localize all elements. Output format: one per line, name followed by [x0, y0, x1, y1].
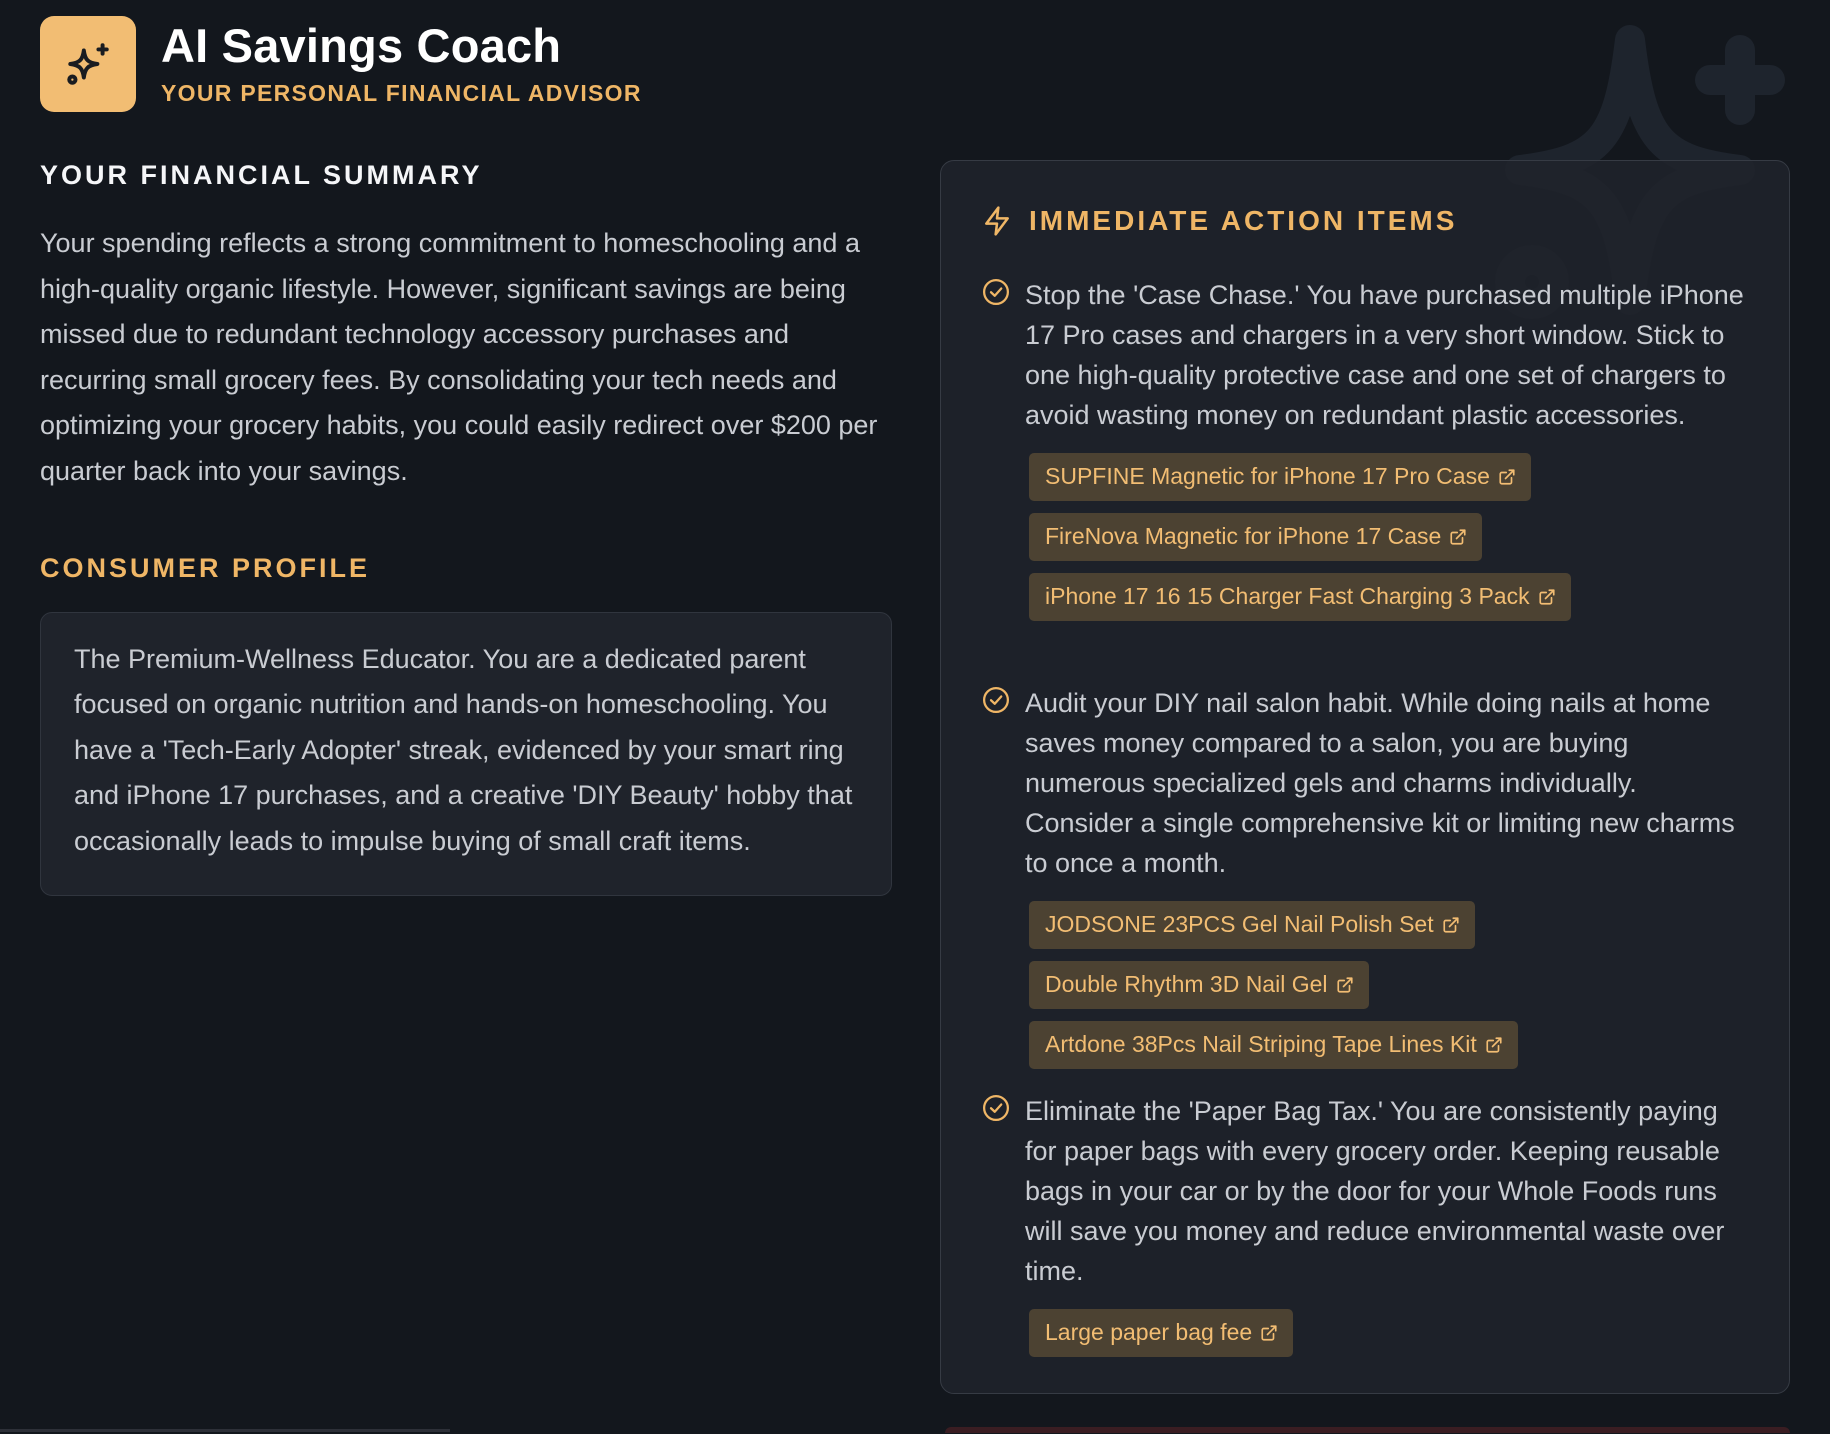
- product-links: JODSONE 23PCS Gel Nail Polish Set Double…: [1029, 901, 1751, 1069]
- next-card-edge: [945, 1427, 1790, 1433]
- action-items-header: IMMEDIATE ACTION ITEMS: [981, 205, 1457, 237]
- product-link[interactable]: SUPFINE Magnetic for iPhone 17 Pro Case: [1029, 453, 1531, 501]
- financial-summary-text: Your spending reflects a strong commitme…: [40, 228, 878, 486]
- header-text: AI Savings Coach YOUR PERSONAL FINANCIAL…: [161, 18, 642, 107]
- action-item-text: Eliminate the 'Paper Bag Tax.' You are c…: [1025, 1096, 1725, 1286]
- action-item: Audit your DIY nail salon habit. While d…: [981, 683, 1751, 1081]
- check-circle-icon: [983, 1095, 1009, 1121]
- external-link-icon: [1261, 1325, 1277, 1341]
- external-link-icon: [1486, 1037, 1502, 1053]
- product-link[interactable]: FireNova Magnetic for iPhone 17 Case: [1029, 513, 1483, 561]
- product-link[interactable]: Double Rhythm 3D Nail Gel: [1029, 961, 1369, 1009]
- external-link-icon: [1450, 529, 1466, 545]
- next-section-edge: [0, 1429, 450, 1432]
- consumer-profile-card: The Premium-Wellness Educator. You are a…: [40, 611, 892, 896]
- product-link-label: iPhone 17 16 15 Charger Fast Charging 3 …: [1045, 583, 1530, 609]
- action-item-text: Audit your DIY nail salon habit. While d…: [1025, 688, 1735, 878]
- product-links: SUPFINE Magnetic for iPhone 17 Pro Case …: [1029, 453, 1751, 621]
- check-circle-icon: [983, 687, 1009, 713]
- page: AI Savings Coach YOUR PERSONAL FINANCIAL…: [0, 0, 1830, 1434]
- product-link[interactable]: iPhone 17 16 15 Charger Fast Charging 3 …: [1029, 573, 1571, 621]
- app-title: AI Savings Coach: [161, 18, 562, 72]
- product-link-label: Large paper bag fee: [1045, 1319, 1253, 1345]
- external-link-icon: [1499, 469, 1515, 485]
- product-link[interactable]: JODSONE 23PCS Gel Nail Polish Set: [1029, 901, 1475, 949]
- product-link[interactable]: Artdone 38Pcs Nail Striping Tape Lines K…: [1029, 1021, 1518, 1069]
- product-link-label: JODSONE 23PCS Gel Nail Polish Set: [1045, 911, 1434, 937]
- consumer-profile-heading: CONSUMER PROFILE: [40, 552, 371, 583]
- action-item: Eliminate the 'Paper Bag Tax.' You are c…: [981, 1091, 1751, 1369]
- action-item: Stop the 'Case Chase.' You have purchase…: [981, 275, 1751, 633]
- app-logo: [40, 16, 136, 112]
- action-item-text: Stop the 'Case Chase.' You have purchase…: [1025, 280, 1744, 430]
- external-link-icon: [1539, 589, 1555, 605]
- consumer-profile-text: The Premium-Wellness Educator. You are a…: [74, 643, 853, 856]
- external-link-icon: [1443, 917, 1459, 933]
- product-link-label: Artdone 38Pcs Nail Striping Tape Lines K…: [1045, 1031, 1477, 1057]
- action-items-panel: IMMEDIATE ACTION ITEMS Stop the 'Case Ch…: [940, 160, 1790, 1394]
- app-subtitle: YOUR PERSONAL FINANCIAL ADVISOR: [161, 80, 642, 107]
- financial-summary-heading: YOUR FINANCIAL SUMMARY: [40, 160, 483, 190]
- product-link[interactable]: Large paper bag fee: [1029, 1309, 1294, 1357]
- left-column: YOUR FINANCIAL SUMMARY Your spending ref…: [40, 160, 892, 896]
- product-link-label: FireNova Magnetic for iPhone 17 Case: [1045, 523, 1442, 549]
- action-items-title: IMMEDIATE ACTION ITEMS: [1029, 205, 1458, 236]
- app-header: AI Savings Coach YOUR PERSONAL FINANCIAL…: [40, 16, 642, 112]
- product-link-label: SUPFINE Magnetic for iPhone 17 Pro Case: [1045, 463, 1490, 489]
- check-circle-icon: [983, 279, 1009, 305]
- product-link-label: Double Rhythm 3D Nail Gel: [1045, 971, 1328, 997]
- sparkles-icon: [67, 43, 109, 85]
- external-link-icon: [1336, 977, 1353, 993]
- lightning-icon: [985, 206, 1009, 236]
- product-links: Large paper bag fee: [1029, 1309, 1751, 1357]
